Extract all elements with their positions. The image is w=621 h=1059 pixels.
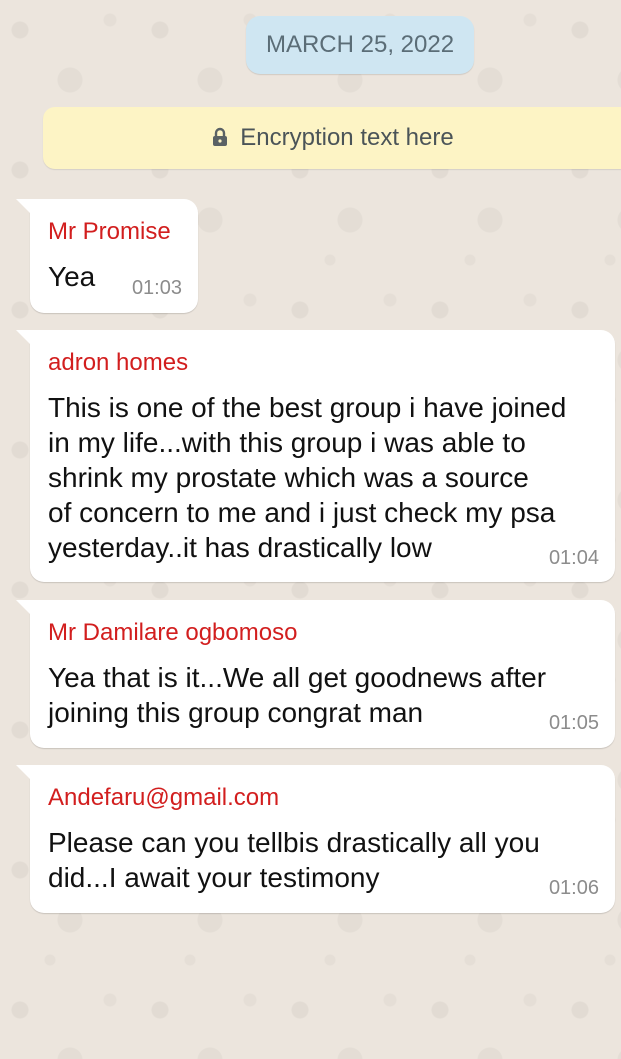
message-text: This is one of the best group i have joi… — [48, 390, 566, 565]
date-chip: MARCH 25, 2022 — [246, 16, 474, 74]
lock-icon — [213, 127, 228, 146]
message-bubble[interactable]: Mr Promise Yea 01:03 — [16, 199, 198, 313]
message-time: 01:05 — [548, 712, 599, 734]
message-line: of concern to me and i just check my psa — [48, 497, 556, 528]
message-line: yesterday..it has drastically low — [48, 532, 432, 563]
message-line: did...I await your testimony — [48, 862, 380, 893]
message-time: 01:04 — [548, 547, 599, 569]
message-text: Please can you tellbis drastically all y… — [48, 825, 540, 895]
message-line: shrink my prostate which was a source — [48, 462, 529, 493]
sender-name[interactable]: Mr Promise — [48, 218, 171, 246]
message-bubble[interactable]: Mr Damilare ogbomoso Yea that is it...We… — [16, 600, 615, 748]
message-line: in my life...with this group i was able … — [48, 427, 526, 458]
message-line: Yea that is it...We all get goodnews aft… — [48, 662, 547, 693]
message-line: joining this group congrat man — [48, 697, 424, 728]
sender-name[interactable]: adron homes — [48, 349, 188, 377]
chat-area[interactable]: MARCH 25, 2022 Encryption text here Mr P… — [0, 0, 621, 1059]
message-time: 01:06 — [548, 877, 599, 899]
message-text: Yea that is it...We all get goodnews aft… — [48, 660, 546, 730]
sender-name[interactable]: Andefaru@gmail.com — [48, 784, 279, 812]
message-time: 01:03 — [131, 277, 182, 299]
message-line: This is one of the best group i have joi… — [48, 392, 567, 423]
encryption-notice-text: Encryption text here — [240, 124, 454, 151]
message-line: Please can you tellbis drastically all y… — [48, 827, 540, 858]
message-text: Yea — [48, 259, 95, 294]
message-bubble[interactable]: Andefaru@gmail.com Please can you tellbi… — [16, 765, 615, 913]
message-bubble[interactable]: adron homes This is one of the best grou… — [16, 330, 615, 582]
date-chip-label: MARCH 25, 2022 — [265, 31, 455, 58]
message-line: Yea — [48, 261, 96, 292]
encryption-notice[interactable]: Encryption text here — [43, 107, 621, 169]
sender-name[interactable]: Mr Damilare ogbomoso — [48, 619, 297, 647]
